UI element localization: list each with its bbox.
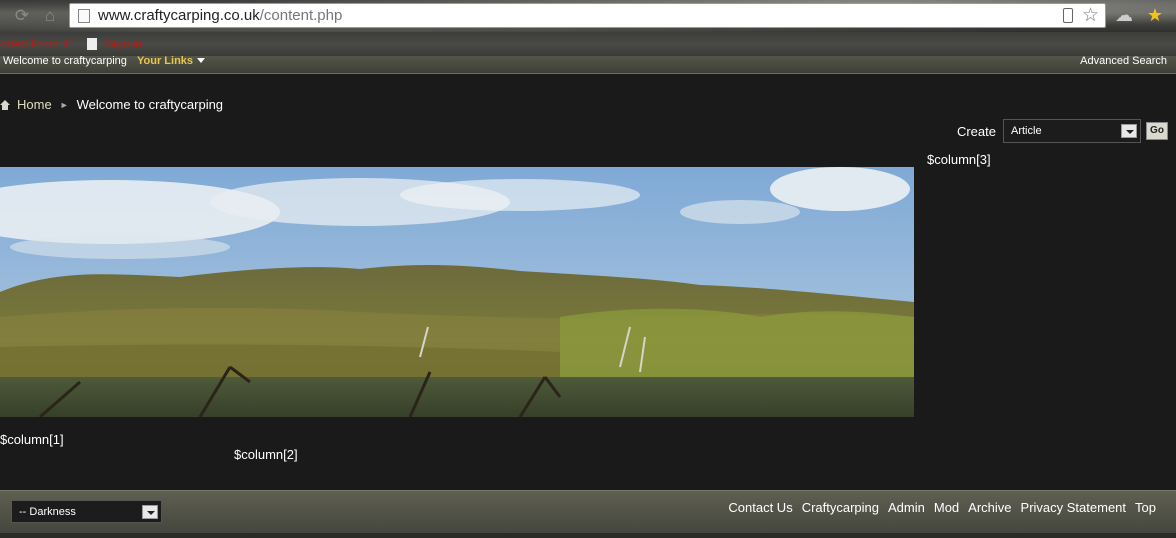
site-top-bar: Welcome to craftycarping Your Links Adva… — [0, 56, 1176, 74]
breadcrumb-separator-icon: ► — [59, 99, 69, 110]
create-form: Create Article Go — [957, 119, 1168, 143]
send-to-mobile-icon[interactable] — [1063, 8, 1073, 23]
cloud-extension-icon[interactable]: ☁ — [1113, 5, 1135, 25]
url-text: www.craftycarping.co.uk/content.php — [98, 7, 343, 24]
footer-link-admin[interactable]: Admin — [888, 500, 925, 515]
column-1-placeholder: $column[1] — [0, 432, 64, 447]
create-type-value: Article — [1011, 125, 1042, 137]
dropdown-arrow-icon — [1121, 124, 1137, 138]
footer-link-archive[interactable]: Archive — [968, 500, 1011, 515]
footer-link-privacy-statement[interactable]: Privacy Statement — [1021, 500, 1127, 515]
go-button[interactable]: Go — [1146, 122, 1168, 140]
lake-banner-image — [0, 167, 914, 417]
document-icon — [87, 38, 98, 50]
footer-link-contact-us[interactable]: Contact Us — [728, 500, 792, 515]
caret-down-icon — [197, 58, 206, 63]
footer-bottom-strip — [0, 533, 1176, 538]
create-label: Create — [956, 123, 996, 139]
breadcrumb: Home ► Welcome to craftycarping — [0, 97, 223, 112]
create-type-select[interactable]: Article — [1003, 119, 1141, 143]
bookmark-sign-in[interactable]: Sign in — [87, 37, 142, 51]
style-chooser-select[interactable]: -- Darkness — [11, 500, 162, 523]
style-chooser-value: -- Darkness — [19, 505, 76, 518]
breadcrumb-home-link[interactable]: Home — [17, 97, 52, 112]
advanced-search-link[interactable]: Advanced Search — [1080, 56, 1167, 67]
dropdown-arrow-icon — [142, 505, 158, 519]
page-icon — [78, 8, 90, 23]
footer-link-top[interactable]: Top — [1135, 500, 1156, 515]
your-links-menu[interactable]: Your Links — [137, 56, 206, 67]
browser-toolbar: ⟳ ⌂ www.craftycarping.co.uk/content.php … — [0, 0, 1176, 32]
footer-link-mod[interactable]: Mod — [934, 500, 959, 515]
home-icon — [0, 99, 10, 110]
footer: -- Darkness Contact Us Craftycarping Adm… — [0, 490, 1176, 533]
breadcrumb-current: Welcome to craftycarping — [76, 97, 224, 112]
star-extension-icon[interactable]: ★ — [1144, 5, 1166, 25]
footer-links: Contact Us Craftycarping Admin Mod Archi… — [728, 500, 1156, 515]
reload-icon[interactable]: ⟳ — [12, 6, 32, 26]
bookmarks-bar: orted From IE Sign in — [0, 32, 1176, 56]
bookmark-imported[interactable]: orted From IE — [0, 37, 73, 51]
bookmark-star-icon[interactable]: ☆ — [1082, 4, 1099, 27]
footer-link-craftycarping[interactable]: Craftycarping — [802, 500, 879, 515]
address-bar[interactable]: www.craftycarping.co.uk/content.php ☆ — [69, 3, 1106, 28]
column-3-placeholder: $column[3] — [927, 152, 991, 167]
welcome-text: Welcome to craftycarping — [3, 55, 127, 67]
column-2-placeholder: $column[2] — [234, 447, 298, 462]
home-icon[interactable]: ⌂ — [40, 6, 60, 26]
